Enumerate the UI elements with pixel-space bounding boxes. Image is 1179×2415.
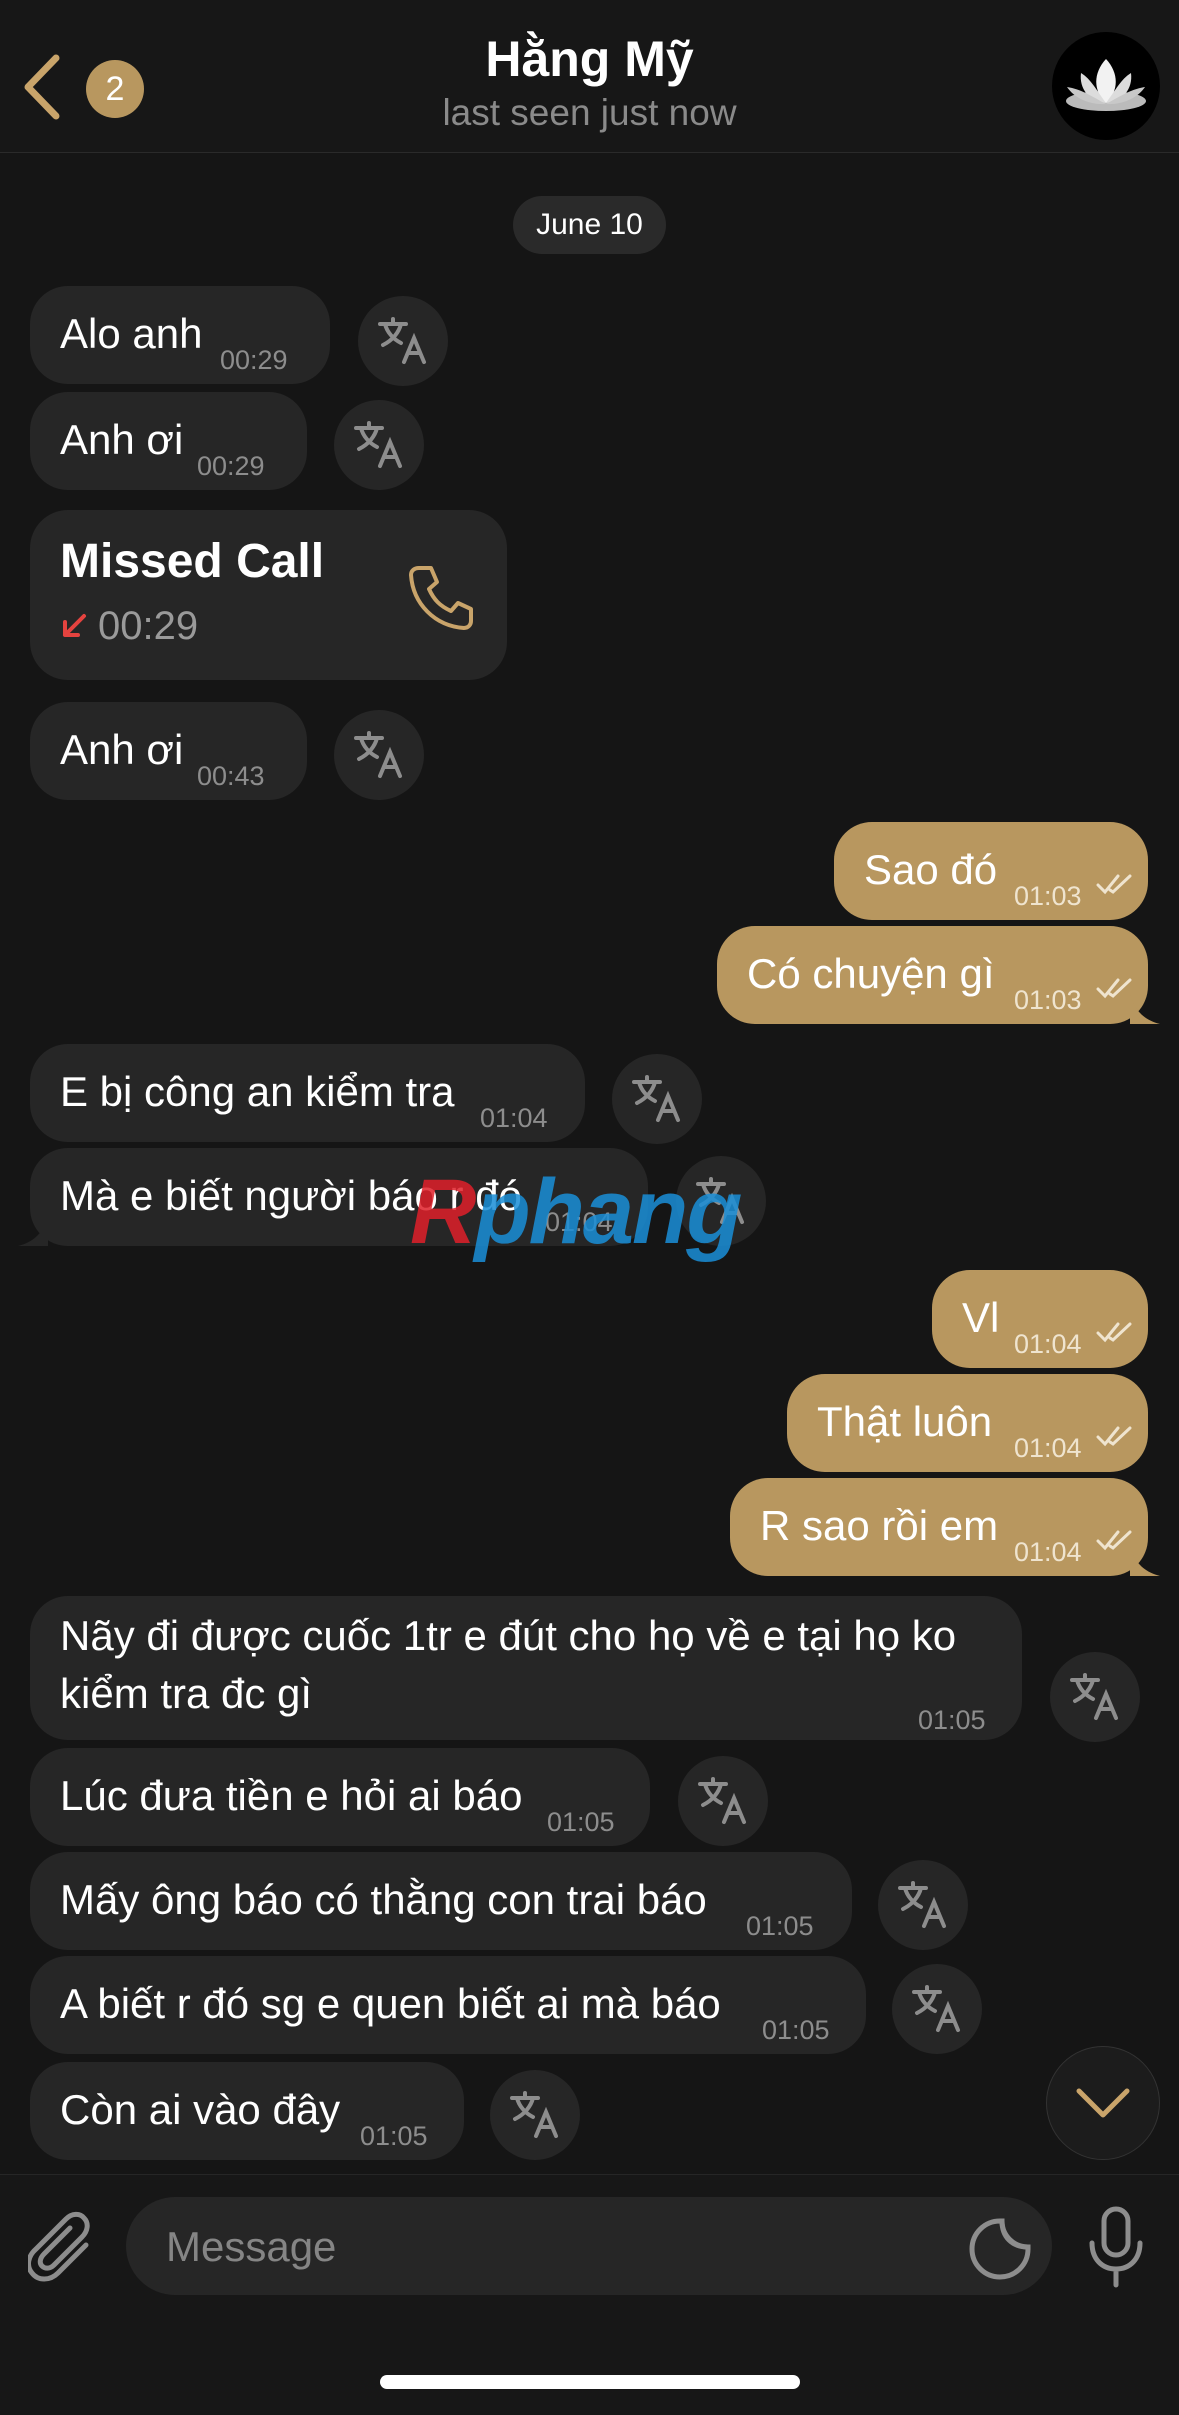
incoming-message[interactable]: Lúc đưa tiền e hỏi ai báo 01:05 (30, 1748, 650, 1846)
paperclip-icon[interactable] (28, 2211, 98, 2287)
sticker-icon[interactable] (968, 2217, 1032, 2281)
translate-icon (378, 317, 426, 364)
message-text: Còn ai vào đây (60, 2086, 341, 2133)
bubble-tail (1130, 1546, 1160, 1576)
translate-button[interactable] (358, 296, 448, 386)
message-input[interactable]: Message (126, 2197, 1052, 2295)
outgoing-message[interactable]: Thật luôn 01:04 (787, 1374, 1148, 1472)
message-text: E bị công an kiểm tra (60, 1068, 455, 1115)
chat-header: 2 Hằng Mỹ last seen just now (0, 0, 1179, 153)
phone-icon[interactable] (405, 562, 475, 632)
translate-icon (1070, 1673, 1118, 1720)
incoming-message[interactable]: Còn ai vào đây 01:05 (30, 2062, 464, 2160)
message-text: Có chuyện gì (747, 950, 995, 997)
message-text: Anh ơi (60, 416, 184, 463)
missed-call-message[interactable]: Missed Call 00:29 (30, 510, 507, 680)
last-seen-status: last seen just now (442, 92, 737, 133)
translate-button[interactable] (1050, 1652, 1140, 1742)
date-separator: June 10 (513, 196, 666, 254)
message-time: 01:04 (1014, 1329, 1082, 1359)
outgoing-message[interactable]: Sao đó 01:03 (834, 822, 1148, 920)
translate-button[interactable] (678, 1756, 768, 1846)
message-time: 01:05 (762, 2015, 830, 2045)
message-time: 00:29 (197, 451, 265, 481)
translate-button[interactable] (490, 2070, 580, 2160)
double-check-icon (1096, 978, 1132, 999)
message-time: 00:43 (197, 761, 265, 791)
double-check-icon (1096, 874, 1132, 895)
outgoing-message[interactable]: R sao rồi em 01:04 (730, 1478, 1160, 1576)
translate-icon (632, 1075, 680, 1122)
outgoing-message[interactable]: Vl 01:04 (932, 1270, 1148, 1368)
message-text-line-1: Nãy đi được cuốc 1tr e đút cho họ về e t… (60, 1612, 957, 1659)
message-text: Lúc đưa tiền e hỏi ai báo (60, 1772, 523, 1819)
translate-button[interactable] (892, 1964, 982, 2054)
home-indicator[interactable] (380, 2375, 800, 2389)
call-info: 00:29 (60, 600, 198, 652)
call-title: Missed Call (60, 535, 325, 588)
incoming-message[interactable]: Mấy ông báo có thằng con trai báo 01:05 (30, 1852, 852, 1950)
message-time: 01:03 (1014, 985, 1082, 1015)
message-time: 01:05 (918, 1705, 986, 1735)
message-text: R sao rồi em (760, 1502, 999, 1549)
message-text: Thật luôn (817, 1398, 993, 1445)
incoming-message[interactable]: Anh ơi 00:43 (30, 702, 307, 800)
bubble-tail (1130, 994, 1160, 1024)
outgoing-message[interactable]: Có chuyện gì 01:03 (717, 926, 1160, 1024)
message-text: Alo anh (60, 310, 203, 357)
translate-button[interactable] (334, 400, 424, 490)
incoming-message[interactable]: Alo anh 00:29 (30, 286, 330, 384)
missed-arrow-icon (63, 614, 86, 637)
message-text: Mấy ông báo có thằng con trai báo (60, 1876, 707, 1923)
translate-icon (912, 1985, 960, 2032)
incoming-message[interactable]: Anh ơi 00:29 (30, 392, 307, 490)
incoming-message[interactable]: Nãy đi được cuốc 1tr e đút cho họ về e t… (30, 1596, 1022, 1740)
message-text: Anh ơi (60, 726, 184, 773)
double-check-icon (1096, 1426, 1132, 1447)
scroll-to-bottom-button[interactable] (1046, 2046, 1160, 2160)
message-time: 01:04 (480, 1103, 548, 1133)
translate-icon (510, 2091, 558, 2138)
message-time: 01:03 (1014, 881, 1082, 911)
lotus-icon (1066, 59, 1146, 111)
translate-button[interactable] (878, 1860, 968, 1950)
message-time: 01:05 (547, 1807, 615, 1837)
microphone-icon[interactable] (1086, 2205, 1146, 2289)
translate-button[interactable] (612, 1054, 702, 1144)
message-time: 00:29 (220, 345, 288, 375)
translate-icon (698, 1777, 746, 1824)
chat-title[interactable]: Hằng Mỹ (0, 30, 1179, 88)
double-check-icon (1096, 1530, 1132, 1551)
message-time: 01:04 (1014, 1537, 1082, 1567)
message-composer: Message (0, 2174, 1179, 2415)
translate-button[interactable] (334, 710, 424, 800)
message-placeholder: Message (166, 2223, 337, 2270)
message-time: 01:05 (360, 2121, 428, 2151)
incoming-message[interactable]: E bị công an kiểm tra 01:04 (30, 1044, 585, 1142)
message-time: 01:04 (1014, 1433, 1082, 1463)
double-check-icon (1096, 1322, 1132, 1343)
translate-icon (354, 731, 402, 778)
translate-icon (354, 421, 402, 468)
chevron-down-icon (1076, 2088, 1130, 2118)
message-time: 01:05 (746, 1911, 814, 1941)
avatar[interactable] (1052, 32, 1160, 140)
message-text: Sao đó (864, 846, 998, 893)
translate-icon (898, 1881, 946, 1928)
bubble-tail (18, 1216, 48, 1246)
incoming-message[interactable]: A biết r đó sg e quen biết ai mà báo 01:… (30, 1956, 866, 2054)
message-text: A biết r đó sg e quen biết ai mà báo (60, 1980, 721, 2027)
call-time: 00:29 (98, 604, 199, 648)
message-text-line-2: kiểm tra đc gì (60, 1670, 313, 1717)
message-text: Vl (962, 1294, 1000, 1341)
watermark-logo: Rphang (410, 1161, 742, 1263)
